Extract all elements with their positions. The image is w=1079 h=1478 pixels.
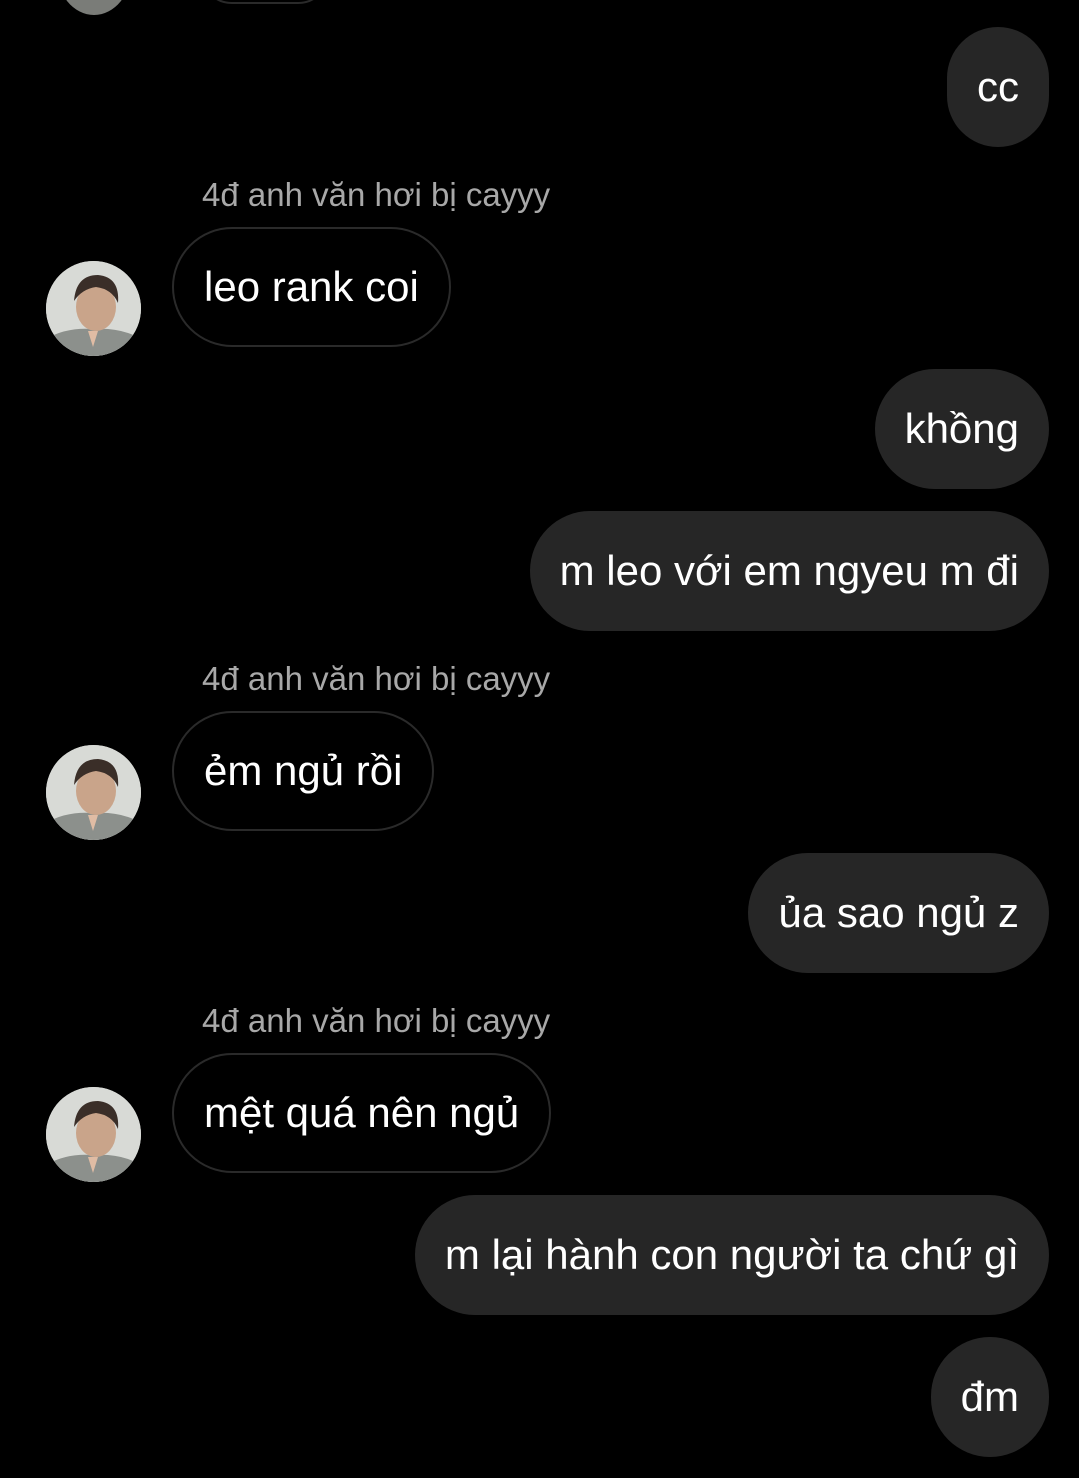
message-text: leo rank coi [204,263,419,310]
avatar-icon [46,745,141,840]
incoming-message-bubble[interactable]: mệt quá nên ngủ [172,1053,552,1173]
avatar[interactable] [46,261,141,356]
outgoing-message-bubble[interactable]: m leo với em ngyeu m đi [529,511,1049,631]
avatar[interactable] [46,745,141,840]
outgoing-message-bubble[interactable]: đm [930,1337,1049,1457]
message-text: ủa sao ngủ z [778,889,1019,936]
outgoing-message-bubble[interactable]: cc [947,27,1049,147]
incoming-message-bubble[interactable] [200,0,330,4]
incoming-message-bubble[interactable]: leo rank coi [172,227,451,347]
message-text: cc [977,63,1019,110]
outgoing-message-bubble[interactable]: ủa sao ngủ z [748,853,1049,973]
avatar[interactable] [46,1087,141,1182]
sender-name: 4đ anh văn hơi bị cayyy [202,660,551,697]
sender-name: 4đ anh văn hơi bị cayyy [202,176,551,213]
message-text: m lại hành con người ta chứ gì [444,1231,1019,1278]
message-text: m leo với em ngyeu m đi [559,547,1019,594]
message-text: mệt quá nên ngủ [204,1089,520,1136]
avatar[interactable] [56,0,132,15]
avatar-icon [46,1087,141,1182]
chat-thread: cc 4đ anh văn hơi bị cayyy leo rank coi … [0,0,1079,1478]
message-text: đm [960,1373,1019,1420]
outgoing-message-bubble[interactable]: khồng [874,369,1049,489]
avatar-icon [46,261,141,356]
sender-name: 4đ anh văn hơi bị cayyy [202,1002,551,1039]
message-text: khồng [904,405,1019,452]
outgoing-message-bubble[interactable]: m lại hành con người ta chứ gì [414,1195,1049,1315]
message-text: ẻm ngủ rồi [204,747,403,794]
incoming-message-bubble[interactable]: ẻm ngủ rồi [172,711,435,831]
